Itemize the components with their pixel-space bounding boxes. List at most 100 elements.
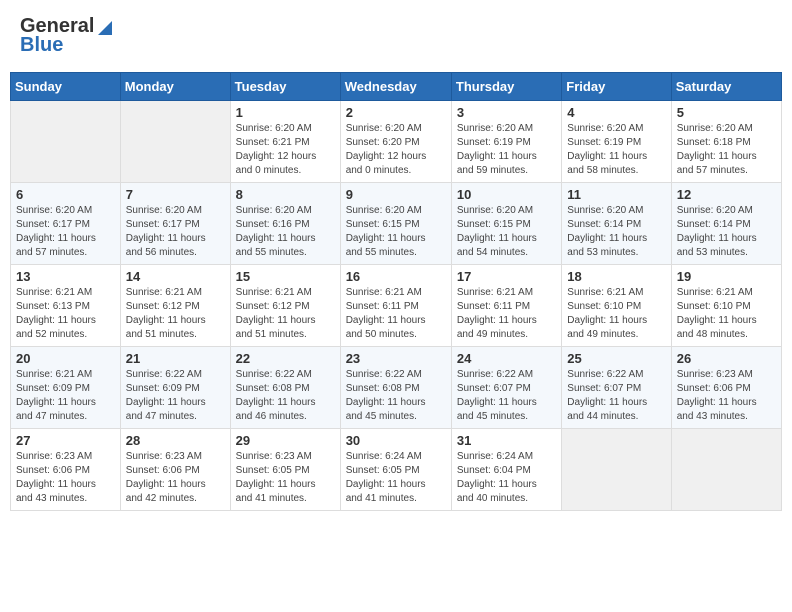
day-number: 7: [126, 187, 225, 202]
day-info: Sunrise: 6:21 AM Sunset: 6:10 PM Dayligh…: [677, 286, 776, 342]
calendar-cell: 30 Sunrise: 6:24 AM Sunset: 6:05 PM Dayli…: [340, 429, 451, 511]
day-number: 21: [126, 351, 225, 366]
day-info: Sunrise: 6:20 AM Sunset: 6:19 PM Dayligh…: [567, 122, 665, 178]
calendar-header-thursday: Thursday: [451, 73, 561, 101]
calendar-header-sunday: Sunday: [11, 73, 121, 101]
day-number: 29: [236, 433, 335, 448]
day-info: Sunrise: 6:23 AM Sunset: 6:06 PM Dayligh…: [126, 450, 225, 506]
day-info: Sunrise: 6:21 AM Sunset: 6:11 PM Dayligh…: [457, 286, 556, 342]
day-number: 2: [346, 105, 446, 120]
day-number: 3: [457, 105, 556, 120]
day-number: 8: [236, 187, 335, 202]
day-number: 18: [567, 269, 665, 284]
calendar-cell: 10 Sunrise: 6:20 AM Sunset: 6:15 PM Dayli…: [451, 183, 561, 265]
calendar-cell: 14Sunrise: 6:21 AM Sunset: 6:12 PM Dayli…: [120, 265, 230, 347]
calendar-week-3: 13 Sunrise: 6:21 AM Sunset: 6:13 PM Dayli…: [11, 265, 782, 347]
day-info: Sunrise: 6:20 AM Sunset: 6:14 PM Dayligh…: [567, 204, 665, 260]
day-info: Sunrise: 6:21 AM Sunset: 6:11 PM Dayligh…: [346, 286, 446, 342]
day-info: Sunrise: 6:23 AM Sunset: 6:06 PM Dayligh…: [16, 450, 115, 506]
day-number: 5: [677, 105, 776, 120]
calendar-week-1: 1 Sunrise: 6:20 AM Sunset: 6:21 PM Daylig…: [11, 101, 782, 183]
day-info: Sunrise: 6:22 AM Sunset: 6:07 PM Dayligh…: [457, 368, 556, 424]
day-info: Sunrise: 6:20 AM Sunset: 6:16 PM Dayligh…: [236, 204, 335, 260]
calendar-cell: [671, 429, 781, 511]
day-number: 9: [346, 187, 446, 202]
day-number: 14: [126, 269, 225, 284]
day-number: 27: [16, 433, 115, 448]
calendar-cell: 1 Sunrise: 6:20 AM Sunset: 6:21 PM Daylig…: [230, 101, 340, 183]
day-info: Sunrise: 6:21 AM Sunset: 6:13 PM Dayligh…: [16, 286, 115, 342]
calendar-week-4: 20 Sunrise: 6:21 AM Sunset: 6:09 PM Dayli…: [11, 347, 782, 429]
day-number: 26: [677, 351, 776, 366]
calendar-header-friday: Friday: [562, 73, 671, 101]
calendar-cell: 6Sunrise: 6:20 AM Sunset: 6:17 PM Daylig…: [11, 183, 121, 265]
calendar-cell: 29Sunrise: 6:23 AM Sunset: 6:05 PM Dayli…: [230, 429, 340, 511]
calendar-cell: 5 Sunrise: 6:20 AM Sunset: 6:18 PM Daylig…: [671, 101, 781, 183]
calendar-cell: 24 Sunrise: 6:22 AM Sunset: 6:07 PM Dayli…: [451, 347, 561, 429]
day-info: Sunrise: 6:22 AM Sunset: 6:09 PM Dayligh…: [126, 368, 225, 424]
calendar-cell: 4 Sunrise: 6:20 AM Sunset: 6:19 PM Daylig…: [562, 101, 671, 183]
day-number: 22: [236, 351, 335, 366]
calendar-cell: 22 Sunrise: 6:22 AM Sunset: 6:08 PM Dayli…: [230, 347, 340, 429]
calendar-cell: 28 Sunrise: 6:23 AM Sunset: 6:06 PM Dayli…: [120, 429, 230, 511]
calendar-cell: [562, 429, 671, 511]
day-number: 6: [16, 187, 115, 202]
day-number: 16: [346, 269, 446, 284]
calendar-cell: 19 Sunrise: 6:21 AM Sunset: 6:10 PM Dayli…: [671, 265, 781, 347]
calendar-header-row: SundayMondayTuesdayWednesdayThursdayFrid…: [11, 73, 782, 101]
day-number: 20: [16, 351, 115, 366]
day-number: 25: [567, 351, 665, 366]
calendar-cell: 16 Sunrise: 6:21 AM Sunset: 6:11 PM Dayli…: [340, 265, 451, 347]
calendar-header-wednesday: Wednesday: [340, 73, 451, 101]
calendar-cell: 21 Sunrise: 6:22 AM Sunset: 6:09 PM Dayli…: [120, 347, 230, 429]
day-info: Sunrise: 6:20 AM Sunset: 6:21 PM Dayligh…: [236, 122, 335, 178]
day-info: Sunrise: 6:21 AM Sunset: 6:09 PM Dayligh…: [16, 368, 115, 424]
day-info: Sunrise: 6:21 AM Sunset: 6:12 PM Dayligh…: [236, 286, 335, 342]
calendar-cell: 3 Sunrise: 6:20 AM Sunset: 6:19 PM Daylig…: [451, 101, 561, 183]
calendar-cell: 17 Sunrise: 6:21 AM Sunset: 6:11 PM Dayli…: [451, 265, 561, 347]
day-number: 19: [677, 269, 776, 284]
calendar-cell: 13 Sunrise: 6:21 AM Sunset: 6:13 PM Dayli…: [11, 265, 121, 347]
day-info: Sunrise: 6:24 AM Sunset: 6:05 PM Dayligh…: [346, 450, 446, 506]
calendar-cell: 23 Sunrise: 6:22 AM Sunset: 6:08 PM Dayli…: [340, 347, 451, 429]
day-number: 31: [457, 433, 556, 448]
day-number: 4: [567, 105, 665, 120]
calendar-week-2: 6 Sunrise: 6:20 AM Sunset: 6:17 PM Daylig…: [11, 183, 782, 265]
logo-triangle-icon: [96, 19, 114, 37]
calendar-header-saturday: Saturday: [671, 73, 781, 101]
day-info: Sunrise: 6:24 AM Sunset: 6:04 PM Dayligh…: [457, 450, 556, 506]
day-number: 23: [346, 351, 446, 366]
day-info: Sunrise: 6:20 AM Sunset: 6:15 PM Dayligh…: [346, 204, 446, 260]
day-number: 1: [236, 105, 335, 120]
calendar-cell: 26Sunrise: 6:23 AM Sunset: 6:06 PM Dayli…: [671, 347, 781, 429]
day-info: Sunrise: 6:21 AM Sunset: 6:10 PM Dayligh…: [567, 286, 665, 342]
day-info: Sunrise: 6:22 AM Sunset: 6:08 PM Dayligh…: [236, 368, 335, 424]
day-info: Sunrise: 6:20 AM Sunset: 6:14 PM Dayligh…: [677, 204, 776, 260]
calendar-cell: 7 Sunrise: 6:20 AM Sunset: 6:17 PM Daylig…: [120, 183, 230, 265]
day-number: 28: [126, 433, 225, 448]
day-number: 13: [16, 269, 115, 284]
calendar-cell: 18 Sunrise: 6:21 AM Sunset: 6:10 PM Dayli…: [562, 265, 671, 347]
day-info: Sunrise: 6:20 AM Sunset: 6:17 PM Dayligh…: [126, 204, 225, 260]
calendar-cell: 25 Sunrise: 6:22 AM Sunset: 6:07 PM Dayli…: [562, 347, 671, 429]
day-number: 10: [457, 187, 556, 202]
day-number: 12: [677, 187, 776, 202]
day-number: 30: [346, 433, 446, 448]
day-info: Sunrise: 6:22 AM Sunset: 6:07 PM Dayligh…: [567, 368, 665, 424]
logo: General Blue: [20, 15, 114, 57]
day-number: 17: [457, 269, 556, 284]
day-info: Sunrise: 6:20 AM Sunset: 6:15 PM Dayligh…: [457, 204, 556, 260]
day-number: 15: [236, 269, 335, 284]
calendar-week-5: 27 Sunrise: 6:23 AM Sunset: 6:06 PM Dayli…: [11, 429, 782, 511]
day-number: 24: [457, 351, 556, 366]
calendar-cell: [120, 101, 230, 183]
calendar-cell: 11 Sunrise: 6:20 AM Sunset: 6:14 PM Dayli…: [562, 183, 671, 265]
day-info: Sunrise: 6:20 AM Sunset: 6:19 PM Dayligh…: [457, 122, 556, 178]
calendar-cell: 27 Sunrise: 6:23 AM Sunset: 6:06 PM Dayli…: [11, 429, 121, 511]
day-info: Sunrise: 6:22 AM Sunset: 6:08 PM Dayligh…: [346, 368, 446, 424]
day-number: 11: [567, 187, 665, 202]
calendar-cell: [11, 101, 121, 183]
day-info: Sunrise: 6:20 AM Sunset: 6:18 PM Dayligh…: [677, 122, 776, 178]
day-info: Sunrise: 6:20 AM Sunset: 6:20 PM Dayligh…: [346, 122, 446, 178]
calendar-header-tuesday: Tuesday: [230, 73, 340, 101]
